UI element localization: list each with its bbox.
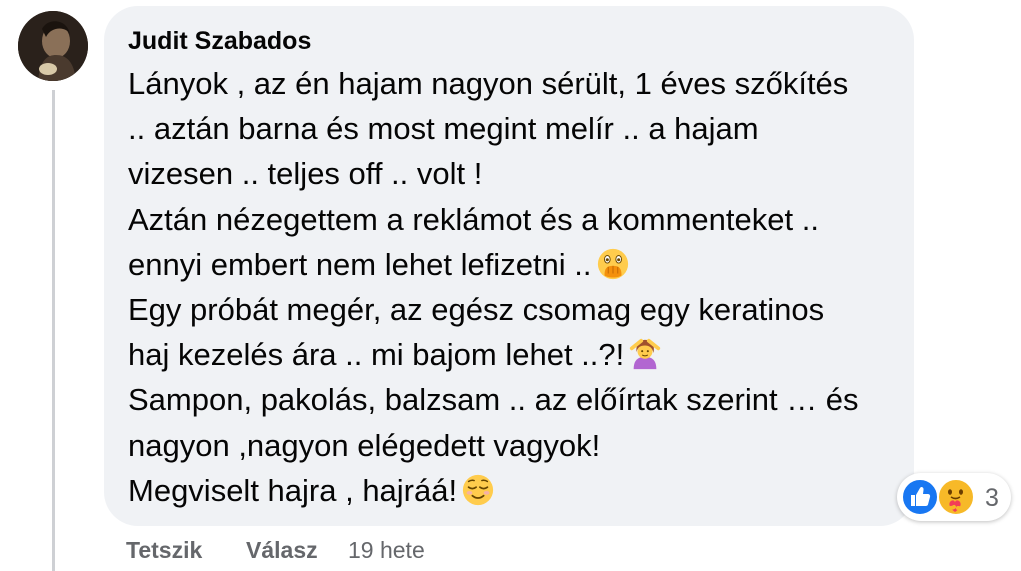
comment-text: Lányok , az én hajam nagyon sérült, 1 év…: [128, 61, 903, 513]
avatar-photo: [18, 11, 88, 81]
comment-line-text: Sampon, pakolás, balzsam .. az előírtak …: [128, 382, 859, 418]
comment-line: Aztán nézegettem a reklámot és a komment…: [128, 197, 903, 242]
woman-gesturing-ok-icon: [630, 339, 661, 370]
reaction-count: 3: [985, 484, 999, 512]
avatar[interactable]: [18, 11, 88, 81]
comment-line: nagyon ,nagyon elégedett vagyok!: [128, 423, 903, 468]
comment-line: vizesen .. teljes off .. volt !: [128, 151, 903, 196]
timestamp[interactable]: 19 hete: [348, 537, 425, 564]
comment-line: .. aztán barna és most megint melír .. a…: [128, 106, 903, 151]
thread-line: [52, 90, 55, 571]
face-with-open-eyes-and-hand-over-mouth-icon: [597, 248, 628, 279]
comment-line-text: Lányok , az én hajam nagyon sérült, 1 év…: [128, 66, 849, 101]
comment-line-text: nagyon ,nagyon elégedett vagyok!: [128, 427, 601, 463]
comment-line-text: ennyi embert nem lehet lefizetni ..: [128, 246, 592, 282]
like-icon: [901, 478, 939, 516]
comment-thread: Judit Szabados Lányok , az én hajam nagy…: [0, 0, 1021, 571]
comment-line-text: .. aztán barna és most megint melír .. a…: [128, 111, 759, 147]
reactions-summary[interactable]: 3: [897, 473, 1011, 521]
care-icon: [937, 478, 975, 516]
comment-line: Egy próbát megér, az egész csomag egy ke…: [128, 287, 903, 332]
comment-line-text: haj kezelés ára .. mi bajom lehet ..?!: [128, 337, 625, 373]
comment-line: Sampon, pakolás, balzsam .. az előírtak …: [128, 377, 903, 422]
comment-line: haj kezelés ára .. mi bajom lehet ..?!: [128, 332, 903, 377]
like-button[interactable]: Tetszik: [126, 537, 202, 564]
comment-line-text: Megviselt hajra , hajráá!: [128, 472, 458, 508]
comment-line-text: Egy próbát megér, az egész csomag egy ke…: [128, 292, 825, 328]
comment-line-text: Aztán nézegettem a reklámot és a komment…: [128, 201, 819, 237]
relieved-face-icon: [462, 474, 494, 505]
comment-line: Megviselt hajra , hajráá!: [128, 468, 903, 513]
comment-line: ennyi embert nem lehet lefizetni ..: [128, 242, 903, 287]
reply-button[interactable]: Válasz: [246, 537, 318, 564]
comment-author[interactable]: Judit Szabados: [128, 27, 311, 56]
comment-line: Lányok , az én hajam nagyon sérült, 1 év…: [128, 61, 903, 106]
comment-line-text: vizesen .. teljes off .. volt !: [128, 156, 483, 192]
